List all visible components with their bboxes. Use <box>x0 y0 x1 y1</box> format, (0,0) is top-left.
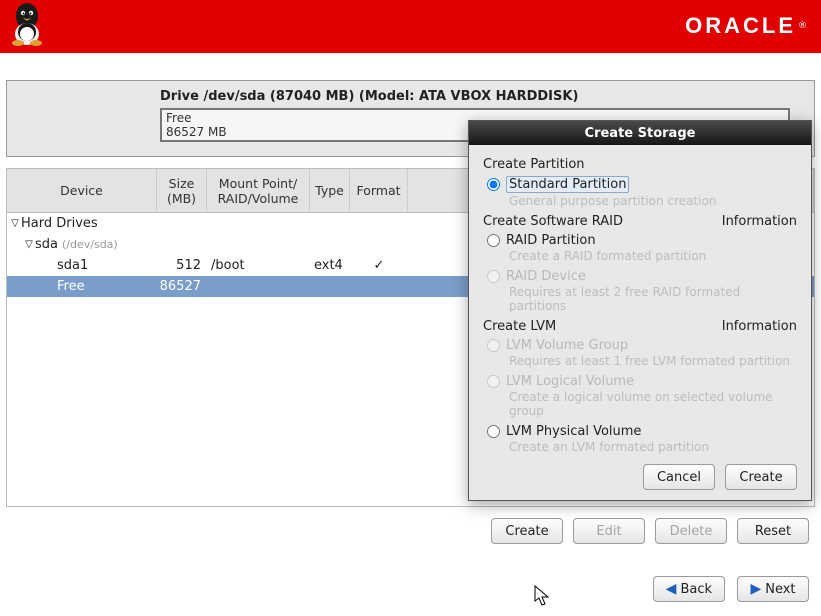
radio-desc: Create a logical volume on selected volu… <box>509 390 797 418</box>
reset-button[interactable]: Reset <box>737 518 809 544</box>
radio-desc: Requires at least 1 free LVM formated pa… <box>509 354 797 368</box>
arrow-left-icon: ◀ <box>666 581 677 597</box>
radio-lvm-vg: LVM Volume Group <box>487 338 797 353</box>
arrow-right-icon: ▶ <box>750 581 761 597</box>
create-button[interactable]: Create <box>491 518 563 544</box>
radio-input[interactable] <box>487 234 500 247</box>
column-type[interactable]: Type <box>310 169 350 212</box>
expander-icon[interactable]: ▽ <box>9 218 21 229</box>
next-label: Next <box>765 582 795 597</box>
radio-desc: General purpose partition creation <box>509 194 797 208</box>
radio-input[interactable] <box>487 178 500 191</box>
radio-lvm-pv[interactable]: LVM Physical Volume <box>487 424 797 439</box>
info-link-lvm[interactable]: Information <box>722 319 797 334</box>
drive-title: Drive /dev/sda (87040 MB) (Model: ATA VB… <box>160 89 800 104</box>
next-button[interactable]: ▶ Next <box>737 576 809 602</box>
partition-size: 512 <box>157 258 207 273</box>
radio-label: Standard Partition <box>506 176 629 193</box>
tree-label: Hard Drives <box>21 216 98 231</box>
radio-label: RAID Partition <box>506 233 596 248</box>
back-button[interactable]: ◀ Back <box>653 576 725 602</box>
oracle-logo: ORACLE ® <box>685 14 807 38</box>
dialog-titlebar[interactable]: Create Storage <box>469 121 811 145</box>
partition-name: sda1 <box>57 258 88 273</box>
section-create-raid: Create Software RAID <box>483 214 623 229</box>
partition-size: 86527 <box>157 279 207 294</box>
partition-name: Free <box>57 279 85 294</box>
radio-lvm-lv: LVM Logical Volume <box>487 374 797 389</box>
radio-input[interactable] <box>487 425 500 438</box>
radio-standard-partition[interactable]: Standard Partition <box>487 176 797 193</box>
dialog-create-button[interactable]: Create <box>725 464 797 490</box>
partition-actions: Create Edit Delete Reset <box>6 518 815 548</box>
registered-icon: ® <box>798 21 807 31</box>
column-size[interactable]: Size (MB) <box>157 169 207 212</box>
section-create-partition: Create Partition <box>483 157 585 172</box>
column-format[interactable]: Format <box>350 169 408 212</box>
radio-label: LVM Physical Volume <box>506 424 641 439</box>
radio-raid-device: RAID Device <box>487 269 797 284</box>
wizard-nav: ◀ Back ▶ Next <box>6 576 815 606</box>
partition-mount: /boot <box>207 258 310 273</box>
oracle-logo-text: ORACLE <box>685 13 796 39</box>
radio-desc: Create an LVM formated partition <box>509 440 797 454</box>
partition-format: ✓ <box>350 258 408 273</box>
radio-raid-partition[interactable]: RAID Partition <box>487 233 797 248</box>
delete-button[interactable]: Delete <box>655 518 727 544</box>
radio-label: RAID Device <box>506 269 586 284</box>
back-label: Back <box>680 582 712 597</box>
create-storage-dialog: Create Storage Create Partition Standard… <box>468 120 812 501</box>
radio-input <box>487 270 500 283</box>
radio-desc: Requires at least 2 free RAID formated p… <box>509 285 797 313</box>
edit-button[interactable]: Edit <box>573 518 645 544</box>
info-link-raid[interactable]: Information <box>722 214 797 229</box>
expander-icon[interactable]: ▽ <box>23 239 35 250</box>
disk-devpath: (/dev/sda) <box>62 238 118 251</box>
radio-input <box>487 375 500 388</box>
disk-name: sda <box>35 237 58 252</box>
partition-type: ext4 <box>310 258 350 273</box>
dialog-title: Create Storage <box>585 126 696 141</box>
check-icon: ✓ <box>374 258 385 273</box>
radio-label: LVM Logical Volume <box>506 374 634 389</box>
radio-desc: Create a RAID formated partition <box>509 249 797 263</box>
radio-input <box>487 339 500 352</box>
section-create-lvm: Create LVM <box>483 319 556 334</box>
tux-icon <box>6 0 48 48</box>
column-mount[interactable]: Mount Point/ RAID/Volume <box>207 169 310 212</box>
cancel-button[interactable]: Cancel <box>643 464 715 490</box>
mouse-cursor-icon <box>534 585 550 607</box>
header-bar: ORACLE ® <box>0 0 821 53</box>
column-device[interactable]: Device <box>7 169 157 212</box>
radio-label: LVM Volume Group <box>506 338 628 353</box>
